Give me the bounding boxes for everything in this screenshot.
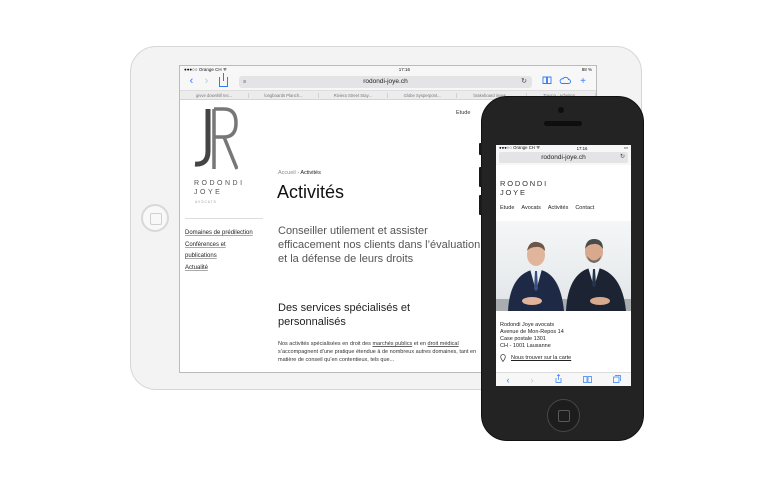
menu-item-etude[interactable]: Etude	[456, 110, 470, 116]
address-bar[interactable]: rodondi-joye.ch ↻	[499, 152, 628, 163]
bookmark-item[interactable]: Riviera Street Stay...	[319, 92, 388, 98]
logo-line-1: RODONDI	[500, 179, 549, 188]
team-photo	[496, 221, 631, 311]
volume-up-button	[479, 167, 482, 187]
site-logo[interactable]: RODONDI JOYE	[500, 179, 548, 197]
time-label: 17:16	[398, 67, 410, 72]
forward-icon[interactable]: ›	[531, 375, 534, 385]
share-icon[interactable]	[555, 374, 562, 385]
breadcrumb-home[interactable]: Accueil	[278, 170, 296, 176]
menu-item-etude[interactable]: Etude	[500, 205, 514, 211]
tablet-status-bar: ●●●○○ Orange CH ᯤ 17:16 88 %	[180, 66, 596, 73]
page-title: Activités	[277, 182, 345, 202]
back-icon[interactable]: ‹	[507, 375, 510, 385]
map-link-label[interactable]: Nous trouver sur la carte	[511, 355, 571, 361]
main-menu: Etude Avocats Activités Contact	[500, 205, 594, 211]
mute-switch	[479, 143, 482, 155]
phone-url-bar: rodondi-joye.ch ↻	[496, 151, 631, 165]
phone-device: ●●●○○ Orange CH ᯤ 17:16 ▭ rodondi-joye.c…	[479, 96, 644, 441]
logo-line-2: JOYE	[194, 189, 223, 196]
cloud-icon[interactable]	[556, 76, 574, 87]
menu-item-avocats[interactable]: Avocats	[521, 205, 540, 211]
logo-line-1: RODONDI	[194, 180, 245, 187]
carrier-label: ●●●○○ Orange CH ᯤ	[499, 145, 541, 150]
menu-item-contact[interactable]: Contact	[575, 205, 594, 211]
safari-bottom-toolbar: ‹ ›	[496, 372, 631, 386]
body-paragraph: Nos activités spécialisées en droit des …	[278, 340, 483, 364]
logo-line-2: JOYE	[500, 188, 527, 197]
map-pin-icon	[500, 354, 506, 362]
team-photo-illustration	[496, 239, 631, 311]
share-icon[interactable]	[219, 72, 228, 87]
map-link[interactable]: Nous trouver sur la carte	[500, 354, 571, 362]
back-icon[interactable]: ‹	[184, 74, 199, 89]
section-heading: Des services spécialisés et personnalisé…	[278, 302, 411, 328]
bookmark-item[interactable]: longboards Planch...	[249, 92, 319, 98]
battery-label: 88 %	[581, 67, 592, 72]
bookmark-item[interactable]: givve downhill tec...	[180, 92, 250, 98]
book-icon[interactable]	[582, 375, 592, 385]
menu-item-activites[interactable]: Activités	[548, 205, 568, 211]
breadcrumb-separator: ›	[297, 170, 300, 176]
safari-toolbar: ‹ › ≡ rodondi-joye.ch ↻ +	[180, 72, 596, 90]
logo-monogram[interactable]	[186, 107, 238, 171]
bookmark-item[interactable]: Globe Sysperpont...	[388, 92, 458, 98]
phone-screen: ●●●○○ Orange CH ᯤ 17:16 ▭ rodondi-joye.c…	[496, 145, 631, 386]
sidebar-item-conferences[interactable]: Conférences et	[185, 240, 265, 252]
tablet-home-button[interactable]	[141, 204, 169, 232]
reload-icon[interactable]: ↻	[521, 76, 527, 88]
sidebar-item-domaines[interactable]: Domaines de prédilection	[185, 228, 265, 240]
link-droit-medical[interactable]: droit médical	[428, 341, 459, 347]
breadcrumb: Accueil › Activités	[278, 170, 321, 176]
front-camera	[558, 107, 564, 113]
body-text: Nos activités spécialisées en droit des	[278, 341, 373, 347]
phone-home-button[interactable]	[547, 399, 580, 432]
logo-subtitle: AVOCATS	[195, 200, 217, 204]
sidebar-item-actualite[interactable]: Actualité	[185, 263, 265, 275]
volume-down-button	[479, 195, 482, 215]
link-marches-publics[interactable]: marchés publics	[372, 341, 412, 347]
url-text: rodondi-joye.ch	[541, 154, 586, 161]
sidebar-divider	[185, 218, 263, 219]
body-text: et en	[412, 341, 428, 347]
sidebar-nav: Domaines de prédilection Conférences et …	[185, 228, 265, 274]
address-block: Rodondi Joye avocats Avenue de Mon-Repos…	[500, 322, 564, 350]
time-label: 17:16	[576, 145, 588, 151]
body-text: s’accompagnent d’une pratique étendue à …	[278, 349, 477, 363]
book-icon[interactable]	[538, 76, 556, 87]
tabs-icon[interactable]	[612, 374, 621, 385]
address-line: CH - 1001 Lausanne	[500, 343, 551, 349]
address-line: Avenue de Mon-Repos 14	[500, 329, 564, 335]
forward-icon[interactable]: ›	[199, 74, 214, 89]
address-line: Case postale 1301	[500, 336, 546, 342]
earpiece-speaker	[544, 121, 582, 126]
carrier-label: ●●●○○ Orange CH ᯤ	[184, 66, 227, 72]
reader-icon[interactable]: ≡	[243, 76, 246, 88]
address-bar[interactable]: ≡ rodondi-joye.ch ↻	[239, 75, 532, 88]
lead-paragraph: Conseiller utilement et assister efficac…	[278, 225, 481, 265]
address-line: Rodondi Joye avocats	[500, 322, 555, 328]
reload-icon[interactable]: ↻	[620, 152, 625, 163]
battery-icon: ▭	[623, 145, 628, 150]
sidebar-item-publications[interactable]: publications	[185, 251, 265, 263]
url-text: rodondi-joye.ch	[363, 77, 408, 85]
add-tab-icon[interactable]: +	[574, 76, 592, 87]
breadcrumb-current: Activités	[300, 170, 321, 176]
